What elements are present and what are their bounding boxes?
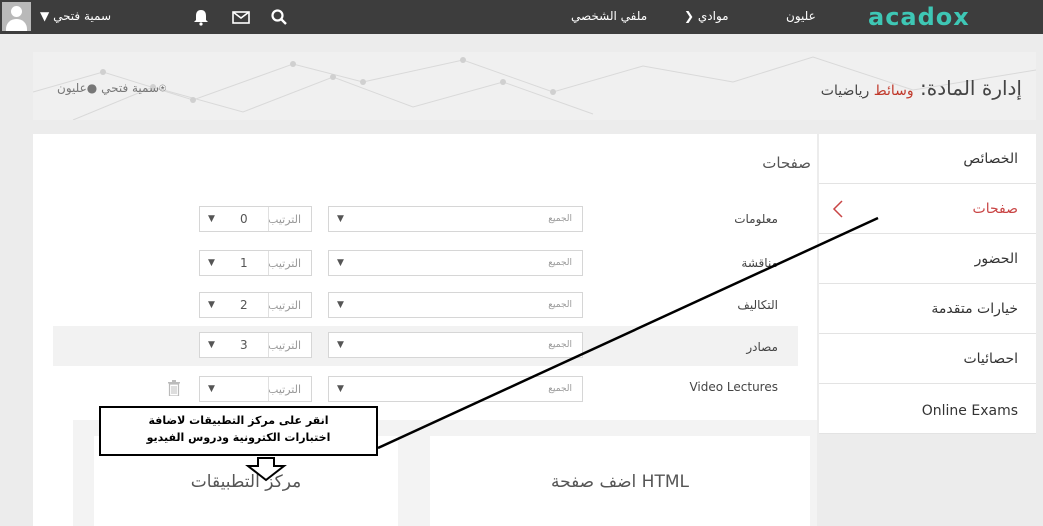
nav-org[interactable]: عليون bbox=[786, 9, 816, 23]
user-menu-caret-icon: ▼ bbox=[40, 9, 50, 23]
add-html-page-label: اضف صفحة HTML bbox=[550, 472, 689, 492]
order-select[interactable]: الترتيب 3 ▼ bbox=[199, 332, 312, 358]
page-row: Video Lectures الجميع ▼ الترتيب ▼ bbox=[53, 374, 798, 406]
nav-my-courses[interactable]: ❯ موادي bbox=[684, 9, 729, 23]
audience-select[interactable]: الجميع ▼ bbox=[328, 250, 583, 276]
nav-my-profile[interactable]: ملفي الشخصي bbox=[571, 9, 647, 23]
page-row: معلومات الجميع ▼ الترتيب 0 ▼ bbox=[53, 204, 798, 236]
page-title: إدارة المادة: وسائط رياضيات bbox=[820, 76, 1022, 100]
menu-item-attendance[interactable]: الحضور bbox=[819, 234, 1036, 284]
menu-item-online-exams[interactable]: Online Exams bbox=[819, 384, 1036, 434]
app-center-label: مركز التطبيقات bbox=[190, 472, 302, 492]
order-select[interactable]: الترتيب 2 ▼ bbox=[199, 292, 312, 318]
search-icon[interactable] bbox=[270, 8, 288, 26]
page-label: مناقشة bbox=[741, 256, 778, 270]
audience-select[interactable]: الجميع ▼ bbox=[328, 292, 583, 318]
audience-select[interactable]: الجميع ▼ bbox=[328, 376, 583, 402]
user-menu[interactable]: ▼ سمية فتحي bbox=[40, 9, 111, 23]
page-row: التكاليف الجميع ▼ الترتيب 2 ▼ bbox=[53, 290, 798, 322]
page-row: مصادر الجميع ▼ الترتيب 3 ▼ bbox=[53, 326, 798, 366]
course-owner[interactable]: ⍟سمية فتحي ●عليون bbox=[57, 81, 166, 96]
course-settings-menu: الخصائص صفحات الحضور خيارات متقدمة احصائ… bbox=[819, 134, 1036, 434]
acadox-logo[interactable]: acadox bbox=[868, 4, 988, 30]
user-avatar[interactable] bbox=[2, 2, 31, 31]
mail-icon[interactable] bbox=[232, 8, 250, 26]
panel-title: صفحات bbox=[762, 154, 811, 172]
order-select[interactable]: الترتيب ▼ bbox=[199, 376, 312, 402]
course-name-highlight: وسائط bbox=[873, 83, 914, 99]
page-label: معلومات bbox=[734, 212, 778, 226]
user-circle-icon: ⍟ bbox=[159, 81, 167, 95]
trash-icon[interactable] bbox=[168, 380, 180, 396]
menu-item-properties[interactable]: الخصائص bbox=[819, 134, 1036, 184]
user-name: سمية فتحي bbox=[53, 9, 112, 23]
instruction-callout: انقر على مركز التطبيقات لاضافة اختبارات … bbox=[99, 406, 378, 456]
top-navbar: ▼ سمية فتحي ملفي الشخصي ❯ موادي عليون ac… bbox=[0, 0, 1043, 34]
page-row: مناقشة الجميع ▼ الترتيب 1 ▼ bbox=[53, 248, 798, 280]
bell-icon[interactable] bbox=[192, 8, 210, 26]
order-select[interactable]: الترتيب 1 ▼ bbox=[199, 250, 312, 276]
menu-item-advanced[interactable]: خيارات متقدمة bbox=[819, 284, 1036, 334]
course-header: ⍟سمية فتحي ●عليون إدارة المادة: وسائط ري… bbox=[33, 52, 1036, 120]
audience-select[interactable]: الجميع ▼ bbox=[328, 332, 583, 358]
chevron-left-icon bbox=[832, 200, 843, 218]
menu-item-statistics[interactable]: احصائيات bbox=[819, 334, 1036, 384]
page-label: التكاليف bbox=[737, 298, 778, 312]
page-label: مصادر bbox=[746, 340, 778, 354]
globe-icon: ● bbox=[86, 81, 98, 95]
chevron-down-icon: ❯ bbox=[684, 9, 695, 23]
page-label: Video Lectures bbox=[689, 380, 778, 394]
menu-item-pages[interactable]: صفحات bbox=[819, 184, 1036, 234]
order-select[interactable]: الترتيب 0 ▼ bbox=[199, 206, 312, 232]
audience-select[interactable]: الجميع ▼ bbox=[328, 206, 583, 232]
add-html-page-card[interactable]: اضف صفحة HTML bbox=[430, 436, 810, 526]
